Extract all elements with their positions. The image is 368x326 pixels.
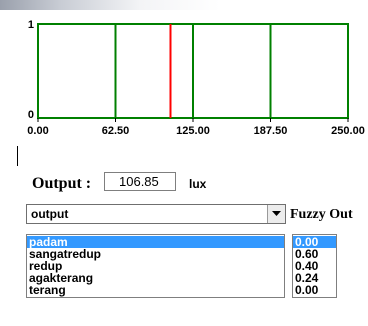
y-tick-label: 1: [28, 19, 34, 31]
y-tick-label: 0: [28, 109, 34, 121]
x-tick-label: 125.00: [176, 125, 210, 137]
x-tick-label: 187.50: [254, 125, 288, 137]
dropdown-button[interactable]: [267, 205, 285, 223]
variable-select[interactable]: output: [26, 204, 286, 224]
variable-select-value: output: [31, 207, 69, 221]
divider-line: [17, 146, 18, 166]
fuzzy-value-list[interactable]: 0.00 0.60 0.40 0.24 0.00: [292, 234, 337, 298]
chevron-down-icon: [272, 211, 281, 216]
membership-chart: 0.00 62.50 125.00 187.50 250.00 0 1: [27, 19, 365, 137]
list-item[interactable]: 0.00: [293, 284, 336, 296]
x-tick-label: 62.50: [102, 125, 130, 137]
output-unit: lux: [189, 177, 207, 191]
list-item[interactable]: terang: [27, 284, 284, 296]
x-tick-label: 250.00: [331, 125, 365, 137]
output-label: Output :: [32, 175, 92, 192]
list-item[interactable]: sangatredup: [27, 248, 284, 260]
x-tick-label: 0.00: [27, 125, 48, 137]
fuzzy-output-label: Fuzzy Out: [290, 207, 353, 222]
fuzzy-set-list[interactable]: padam sangatredup redup agakterang teran…: [26, 234, 285, 298]
output-value-field[interactable]: 106.85: [104, 172, 176, 191]
